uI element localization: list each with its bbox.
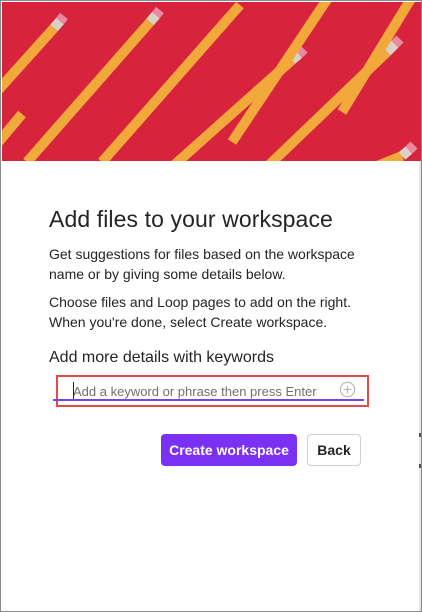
hero-image: [2, 2, 421, 161]
pencils-illustration: [2, 2, 421, 161]
dialog-description-suggestions: Get suggestions for files based on the w…: [49, 246, 355, 282]
keyword-input-underline: [53, 399, 364, 401]
edge-tick: [419, 433, 421, 437]
workspace-dialog: Add files to your workspace Get suggesti…: [0, 0, 422, 612]
dialog-title: Add files to your workspace: [49, 206, 333, 232]
keyword-input-container[interactable]: [56, 375, 369, 407]
back-button[interactable]: Back: [307, 434, 361, 466]
keywords-heading: Add more details with keywords: [49, 349, 274, 366]
add-circle-icon[interactable]: [339, 381, 356, 398]
create-workspace-button[interactable]: Create workspace: [161, 434, 297, 466]
edge-tick: [419, 464, 421, 468]
dialog-description-instructions: Choose files and Loop pages to add on th…: [49, 294, 351, 330]
text-caret: [73, 382, 74, 399]
